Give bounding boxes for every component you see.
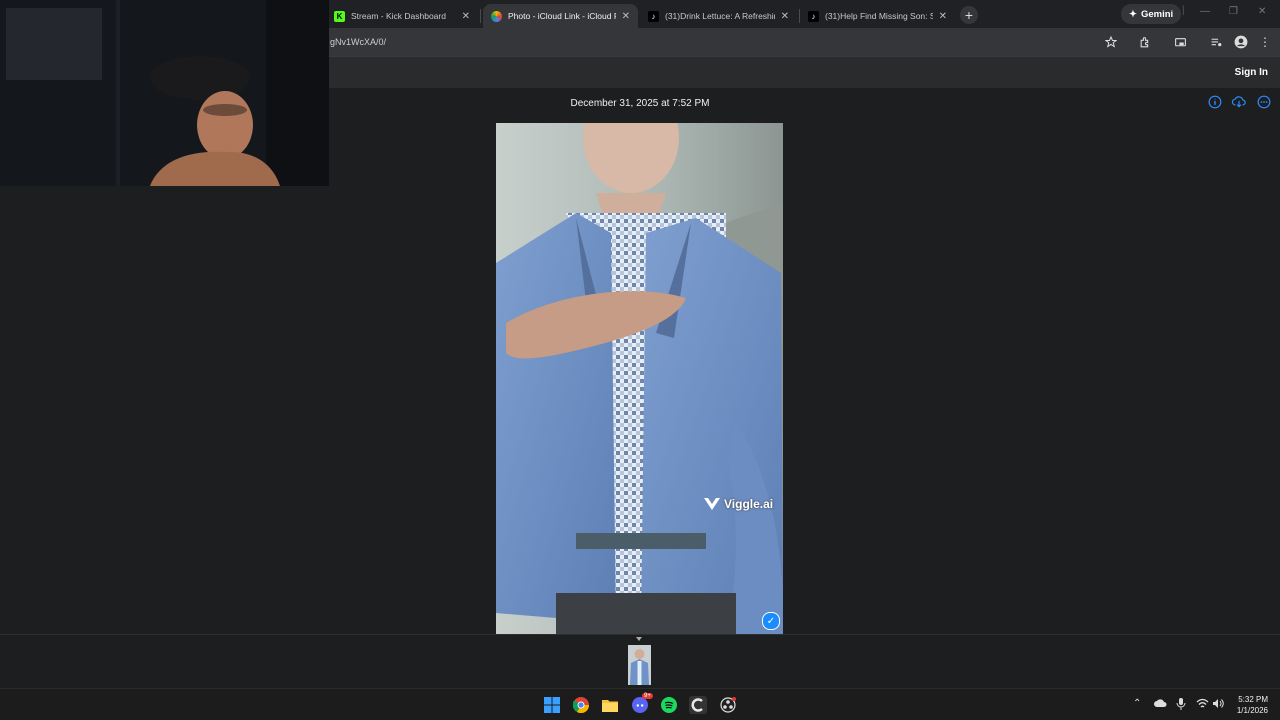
photos-icon [491, 10, 502, 22]
sign-in-button[interactable]: Sign In [1235, 67, 1268, 78]
close-tab-icon[interactable]: ✕ [939, 11, 947, 22]
minimize-icon[interactable]: — [1200, 6, 1210, 17]
tiktok-icon: ♪ [808, 10, 819, 22]
webcam-image [0, 0, 329, 186]
cast-icon[interactable] [1172, 34, 1188, 50]
current-indicator-icon [636, 637, 642, 641]
kick-icon: K [334, 10, 345, 22]
tab-icloud-photo[interactable]: Photo - iCloud Link - iCloud Ph ✕ [483, 4, 638, 28]
onedrive-icon[interactable] [1154, 698, 1167, 711]
obs-icon[interactable] [719, 696, 737, 714]
sparkle-icon: ✦ [1129, 8, 1137, 20]
profile-icon[interactable] [1233, 34, 1249, 50]
spotify-icon[interactable] [660, 696, 678, 714]
tab-kick-dashboard[interactable]: K Stream - Kick Dashboard ✕ [326, 4, 478, 28]
address-bar[interactable]: gNv1WcXA/0/ [330, 37, 386, 47]
discord-icon[interactable]: 9+ [631, 693, 653, 714]
tab-drink-lettuce[interactable]: ♪ (31)Drink Lettuce: A Refreshing ✕ [640, 4, 797, 28]
microphone-icon[interactable] [1176, 698, 1186, 713]
gemini-button[interactable]: ✦ Gemini [1121, 4, 1182, 24]
thumbnail-image [628, 645, 651, 685]
photo-thumbnail[interactable] [628, 645, 651, 685]
tab-title: Stream - Kick Dashboard [351, 11, 446, 21]
filmstrip [0, 634, 1280, 688]
tab-divider [480, 9, 481, 23]
tab-title: Photo - iCloud Link - iCloud Ph [508, 11, 616, 21]
close-tab-icon[interactable]: ✕ [781, 11, 789, 22]
discord-badge: 9+ [642, 693, 653, 699]
media-icon[interactable] [1208, 34, 1224, 50]
info-icon[interactable] [1208, 95, 1222, 109]
window-divider: | [1182, 5, 1185, 16]
chevron-up-icon[interactable]: ⌃ [1133, 698, 1141, 709]
taskbar: 9+ ⌃ 5:32 PM 1/1/2026 [0, 688, 1280, 720]
app-c-icon[interactable] [689, 696, 707, 714]
volume-icon[interactable] [1212, 698, 1225, 712]
chrome-icon[interactable] [572, 696, 590, 714]
download-icon[interactable] [1231, 95, 1247, 109]
photo-image [496, 123, 783, 634]
watermark-text: Viggle.ai [724, 497, 774, 511]
extensions-icon[interactable] [1137, 34, 1153, 50]
gemini-label: Gemini [1140, 8, 1174, 20]
close-tab-icon[interactable]: ✕ [622, 11, 630, 22]
system-clock[interactable]: 5:32 PM 1/1/2026 [1237, 694, 1268, 716]
tab-title: (31)Drink Lettuce: A Refreshing [665, 11, 775, 21]
menu-icon[interactable]: ⋮ [1257, 34, 1273, 50]
file-explorer-icon[interactable] [601, 696, 619, 714]
watermark: Viggle.ai [703, 497, 773, 511]
close-window-icon[interactable]: ✕ [1258, 6, 1266, 17]
clock-date: 1/1/2026 [1236, 706, 1268, 715]
star-icon[interactable] [1103, 34, 1119, 50]
viggle-logo-icon [704, 498, 720, 510]
check-icon: ✓ [762, 612, 780, 630]
windows-start-icon[interactable] [543, 696, 561, 714]
tab-missing-son[interactable]: ♪ (31)Help Find Missing Son: Seb ✕ [800, 4, 955, 28]
tab-title: (31)Help Find Missing Son: Seb [825, 11, 933, 21]
main-photo[interactable]: Viggle.ai ✓ [496, 123, 783, 634]
restore-icon[interactable]: ❐ [1229, 6, 1238, 17]
webcam-overlay [0, 0, 329, 186]
tiktok-icon: ♪ [648, 10, 659, 22]
clock-time: 5:32 PM [1238, 695, 1268, 704]
close-tab-icon[interactable]: ✕ [462, 11, 470, 22]
new-tab-button[interactable]: + [960, 6, 978, 24]
wifi-icon[interactable] [1196, 698, 1209, 712]
more-icon[interactable] [1257, 95, 1271, 109]
